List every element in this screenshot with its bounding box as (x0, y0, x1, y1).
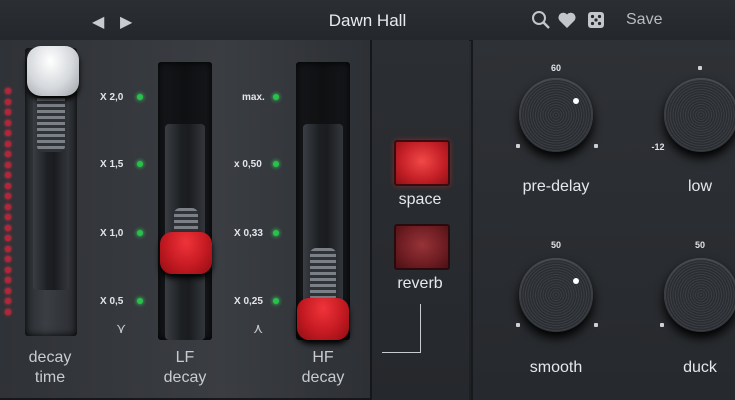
pre-delay-max-tick (594, 144, 598, 148)
hf-scale-led (273, 230, 279, 236)
low-shelf-symbol: ⋎ (116, 320, 127, 336)
pre-delay-value: 60 (550, 63, 561, 73)
reverb-label: reverb (397, 275, 443, 292)
header-bar: ◀ ▶ Dawn Hall Save (0, 0, 735, 41)
pre-delay-label: pre-delay (522, 178, 590, 195)
duck-knob[interactable] (664, 258, 735, 332)
low-knob[interactable] (664, 78, 735, 152)
hf-scale-led (273, 94, 279, 100)
lf-scale-led (137, 161, 143, 167)
space-button[interactable] (394, 140, 450, 186)
plugin-window: ◀ ▶ Dawn Hall Save decay time X 2,0 X 1,… (0, 0, 735, 400)
decay-time-label: decay time (28, 349, 72, 386)
lf-scale-label: X 1,0 (100, 228, 124, 239)
duck-min-tick (660, 323, 664, 327)
smooth-knob[interactable] (519, 258, 593, 332)
hf-decay-spring (310, 248, 336, 302)
hf-scale-led (273, 298, 279, 304)
routing-bracket (382, 304, 421, 353)
high-shelf-symbol: ⋏ (253, 320, 264, 336)
lf-scale-label: X 2,0 (100, 92, 124, 103)
hf-scale-label: X 0,33 (234, 228, 263, 239)
lf-decay-handle[interactable] (160, 232, 212, 274)
lf-scale-led (137, 230, 143, 236)
save-button[interactable]: Save (626, 11, 662, 29)
smooth-label: smooth (529, 359, 583, 376)
lf-scale-led (137, 94, 143, 100)
next-preset-icon[interactable]: ▶ (120, 12, 132, 32)
low-value: -12 (651, 142, 665, 152)
decay-time-handle[interactable] (27, 46, 79, 96)
hf-scale-led (273, 161, 279, 167)
smooth-min-tick (516, 323, 520, 327)
decay-time-meter (5, 88, 13, 319)
smooth-max-tick (594, 323, 598, 327)
duck-value: 50 (694, 240, 705, 250)
space-label: space (398, 191, 442, 208)
smooth-value: 50 (550, 240, 561, 250)
hf-decay-handle[interactable] (297, 298, 349, 340)
hf-scale-label: max. (242, 92, 265, 103)
decay-time-spring (37, 92, 65, 152)
low-center-tick (698, 66, 702, 70)
heart-icon[interactable] (557, 10, 577, 30)
lf-scale-label: X 0,5 (100, 296, 124, 307)
hf-scale-label: X 0,25 (234, 296, 263, 307)
low-label: low (687, 178, 712, 195)
prev-preset-icon[interactable]: ◀ (92, 12, 104, 32)
pre-delay-knob[interactable] (519, 78, 593, 152)
search-icon[interactable] (531, 10, 551, 30)
preset-name: Dawn Hall (328, 11, 407, 30)
duck-label: duck (683, 359, 717, 376)
lf-decay-label: LF decay (163, 349, 207, 386)
dice-icon[interactable] (586, 10, 606, 30)
hf-scale-label: x 0,50 (234, 159, 262, 170)
lf-scale-label: X 1,5 (100, 159, 124, 170)
hf-decay-label: HF decay (301, 349, 345, 386)
reverb-button[interactable] (394, 224, 450, 270)
lf-scale-led (137, 298, 143, 304)
pre-delay-min-tick (516, 144, 520, 148)
